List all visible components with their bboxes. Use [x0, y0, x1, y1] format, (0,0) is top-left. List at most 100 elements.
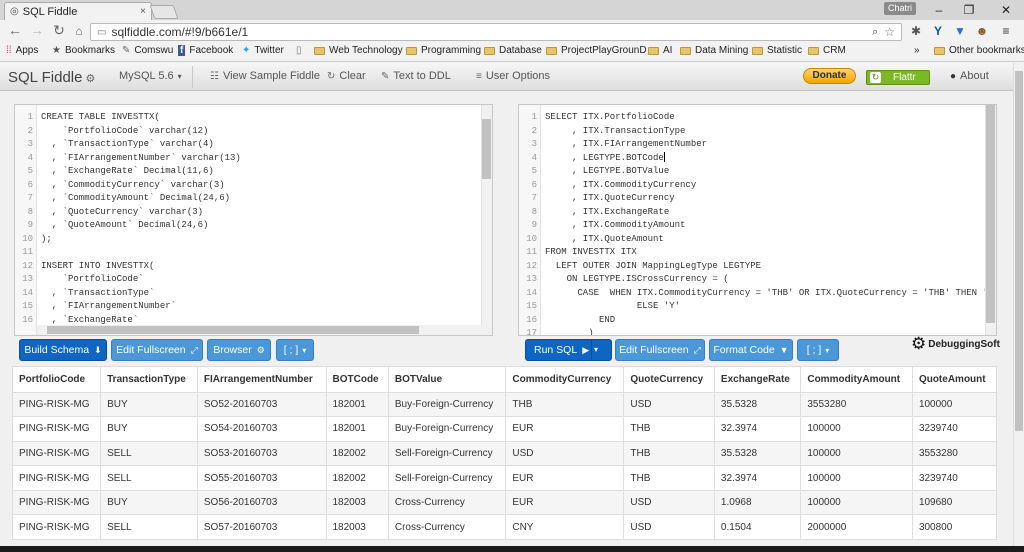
donate-button[interactable]: Donate	[803, 68, 856, 84]
folder-icon	[648, 46, 659, 55]
extension-y-icon[interactable]: Y	[930, 24, 946, 38]
new-tab-button[interactable]	[149, 5, 179, 19]
page-info-icon[interactable]: ▭	[97, 27, 106, 38]
edit-fullscreen-right-button[interactable]: Edit Fullscreen ⤢	[615, 339, 705, 361]
forward-arrow-icon[interactable]: →	[28, 22, 46, 38]
zoom-icon[interactable]: ⌕	[872, 26, 878, 39]
browser-tree-icon: ⚙	[256, 344, 265, 355]
table-cell: 100000	[800, 490, 913, 516]
address-bar[interactable]: ▭ sqlfiddle.com/#!9/b661e/1 ⌕ ☆	[90, 23, 902, 41]
flattr-button[interactable]: ↻ Flattr	[866, 70, 930, 85]
query-editor[interactable]: 1 SELECT ITX.PortfolioCode 2 , ITX.Transac…	[518, 104, 997, 336]
code-text: ON LEGTYPE.ISCrossCurrency = (	[545, 274, 729, 284]
table-cell: 100000	[800, 441, 913, 467]
bookmark-folder-crm[interactable]: CRM	[808, 45, 846, 56]
schema-editor[interactable]: 1 CREATE TABLE INVESTTX(2 `PortfolioCode`…	[14, 104, 493, 336]
query-editor-vertical-scrollbar[interactable]	[985, 105, 996, 335]
line-number: 3	[27, 139, 33, 149]
code-text: , LEGTYPE.BOTValue	[545, 166, 670, 176]
other-bookmarks[interactable]: Other bookmarks	[934, 45, 1024, 56]
user-options-dropdown[interactable]: ≡ User Options	[476, 70, 550, 82]
table-cell: THB	[623, 465, 715, 491]
bookmark-apps[interactable]: ⁞⁞ Apps	[6, 45, 38, 56]
table-cell: SELL	[100, 514, 198, 541]
bookmark-twitter[interactable]: ✦ Twitter	[242, 45, 284, 56]
run-sql-dropdown-caret-icon[interactable]: ▾	[594, 345, 598, 354]
scrollbar-thumb[interactable]	[482, 119, 491, 179]
line-number: 15	[22, 301, 33, 311]
bookmark-facebook[interactable]: f Facebook	[178, 45, 233, 56]
browser-button[interactable]: Browser ⚙	[207, 339, 271, 361]
table-cell: PING-RISK-MG	[13, 441, 102, 467]
sqlfiddle-brand[interactable]: SQL Fiddle ⚙	[8, 69, 95, 86]
browser-tab[interactable]: ◎ SQL Fiddle ×	[4, 2, 152, 20]
scrollbar-thumb[interactable]	[47, 326, 419, 334]
bookmark-folder-data-mining[interactable]: Data Mining	[680, 45, 748, 56]
table-cell: EUR	[505, 465, 625, 491]
page-vertical-scrollbar[interactable]	[1013, 63, 1024, 552]
minimize-icon[interactable]: –	[925, 0, 953, 20]
view-sample-fiddle-link[interactable]: ☷ View Sample Fiddle	[210, 70, 320, 82]
chrome-menu-icon[interactable]: ≡	[998, 24, 1014, 38]
bookmark-folder-ai[interactable]: AI	[648, 45, 672, 56]
bookmark-star-icon[interactable]: ☆	[884, 25, 895, 39]
home-icon[interactable]: ⌂	[70, 24, 88, 38]
edit-fullscreen-left-button[interactable]: Edit Fullscreen ⤢	[111, 339, 203, 361]
line-number: 9	[531, 220, 537, 230]
delimiter-right-dropdown[interactable]: [ ; ] ▾	[797, 339, 839, 361]
user-profile-badge[interactable]: Chatri	[884, 2, 916, 15]
line-number: 10	[526, 233, 537, 244]
restore-icon[interactable]: ❐	[955, 0, 983, 20]
bookmark-folder-programming[interactable]: Programming	[406, 45, 481, 56]
table-row: PING-RISK-MG SELL SO57-20160703 182003 Cross…	[13, 514, 996, 541]
clear-link[interactable]: ↻ Clear	[327, 70, 366, 82]
extension-bug-icon[interactable]: ✱	[908, 24, 924, 38]
code-text: `PortfolioCode`	[41, 274, 144, 284]
table-row: PING-RISK-MG SELL SO53-20160703 182002 Sell-…	[13, 441, 996, 467]
more-bookmarks-chevron[interactable]: »	[914, 45, 920, 56]
about-link[interactable]: ● About	[950, 70, 989, 82]
folder-icon	[406, 46, 417, 55]
bookmark-folder-statistic[interactable]: Statistic	[752, 45, 802, 56]
schema-editor-horizontal-scrollbar[interactable]	[37, 325, 483, 335]
schema-editor-vertical-scrollbar[interactable]	[481, 105, 492, 335]
scrollbar-thumb[interactable]	[986, 105, 995, 323]
line-number: 5	[531, 166, 537, 176]
extension-bookmark-icon[interactable]: ▼	[952, 24, 968, 38]
run-sql-button[interactable]: Run SQL ▶	[525, 339, 612, 361]
bookmark-bookmarks[interactable]: ★ Bookmarks	[52, 45, 115, 56]
close-window-icon[interactable]: ✕	[988, 0, 1024, 20]
code-text: , ITX.QuoteCurrency	[545, 193, 675, 203]
reload-icon[interactable]: ↻	[50, 22, 68, 39]
table-cell: 32.3974	[714, 416, 802, 442]
line-number: 12	[22, 260, 33, 271]
line-number: 1	[531, 112, 537, 122]
gear-logo-icon: ⚙	[911, 334, 927, 353]
folder-icon	[546, 46, 557, 55]
results-table: PortfolioCode TransactionType FIArrangemen…	[13, 367, 996, 541]
bookmark-page[interactable]: ▯	[296, 45, 306, 56]
back-arrow-icon[interactable]: ←	[6, 22, 24, 38]
table-row: PING-RISK-MG SELL SO55-20160703 182002 Sell-…	[13, 465, 996, 491]
code-text: END	[545, 314, 616, 325]
code-text: , LEGTYPE.BOTCode	[545, 152, 665, 163]
format-code-button[interactable]: Format Code ▼	[709, 339, 793, 361]
bookmark-folder-projectplayground[interactable]: ProjectPlayGrounD	[546, 45, 647, 56]
flattr-icon: ↻	[870, 72, 881, 83]
tab-close-icon[interactable]: ×	[140, 6, 146, 17]
fiddle-logo-icon: ⚙	[85, 73, 96, 85]
url-text[interactable]: sqlfiddle.com/#!9/b661e/1	[111, 25, 872, 39]
delimiter-left-dropdown[interactable]: [ ; ] ▾	[276, 339, 314, 361]
bookmark-folder-web-technology[interactable]: Web Technology	[314, 45, 403, 56]
db-version-dropdown[interactable]: MySQL 5.6 ▾	[119, 70, 182, 82]
table-row: PING-RISK-MG BUY SO56-20160703 182003 Cross-…	[13, 490, 996, 516]
code-text: , ITX.QuoteAmount	[545, 233, 664, 244]
build-schema-button[interactable]: Build Schema ⬇	[19, 339, 107, 361]
line-number: 8	[531, 206, 537, 217]
split-divider	[591, 339, 592, 361]
bookmark-comswu[interactable]: ✎ Comswu	[122, 45, 173, 56]
scrollbar-thumb[interactable]	[1015, 71, 1023, 431]
extension-face-icon[interactable]: ☻	[974, 24, 990, 38]
bookmark-folder-database[interactable]: Database	[484, 45, 542, 56]
text-to-ddl-link[interactable]: ✎ Text to DDL	[381, 70, 451, 82]
